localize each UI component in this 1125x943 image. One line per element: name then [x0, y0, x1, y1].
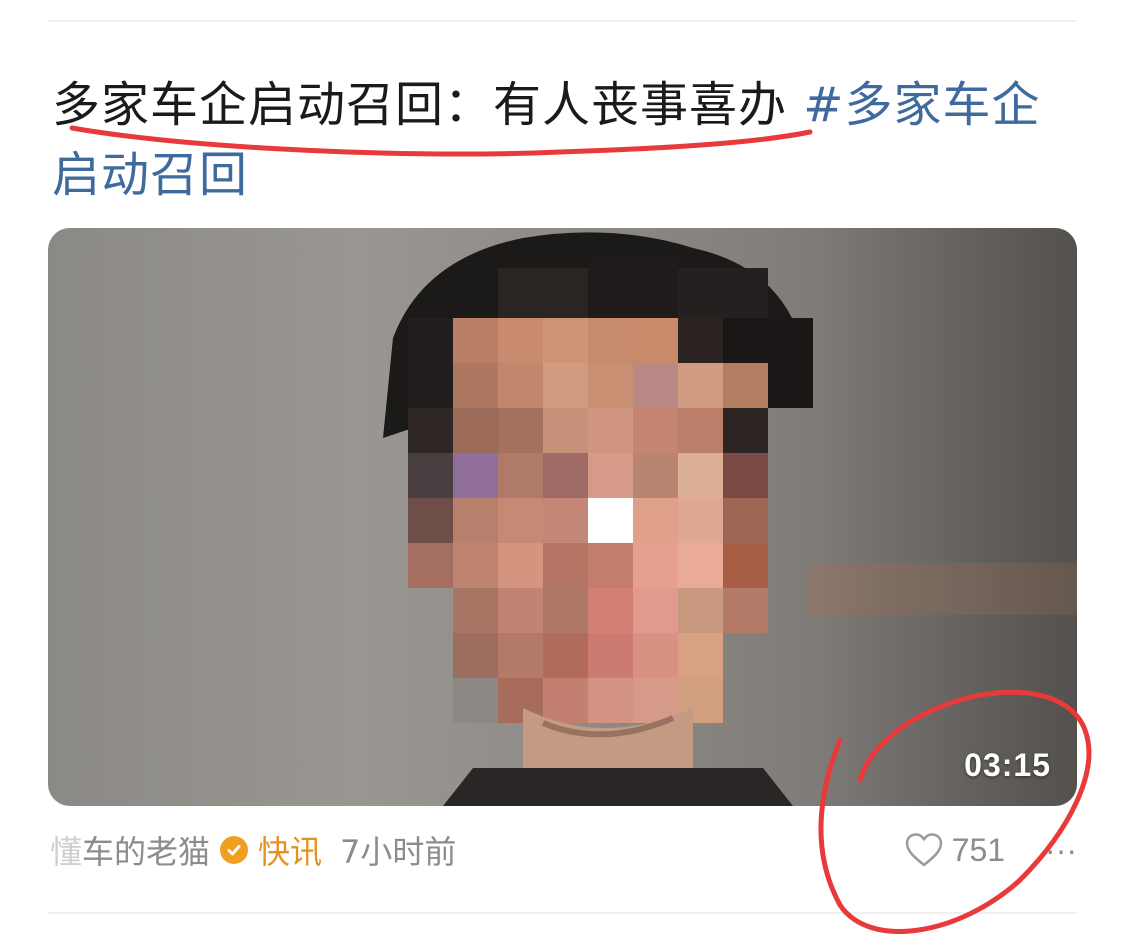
post-title: 多家车企启动召回：有人丧事喜办	[52, 77, 788, 133]
more-dots-icon: ···	[1045, 831, 1077, 868]
post-actions: 751 ···	[904, 826, 1077, 874]
like-count: 751	[951, 831, 1006, 868]
heart-icon	[905, 833, 942, 867]
like-button[interactable]: 751	[904, 832, 1005, 869]
post-headline[interactable]: 多家车企启动召回：有人丧事喜办 #多家车企启动召回	[52, 70, 1072, 210]
category-label[interactable]: 快讯	[258, 827, 322, 873]
video-vignette	[817, 228, 1077, 806]
verified-badge-icon	[220, 836, 249, 864]
author-name[interactable]: 懂车的老猫	[50, 827, 210, 873]
author-name-visible: 车的老猫	[82, 833, 211, 871]
video-duration: 03:15	[964, 747, 1051, 783]
post-meta: 懂车的老猫 快讯 7小时前	[50, 826, 456, 874]
author-name-faded: 懂	[50, 833, 83, 871]
more-button[interactable]: ···	[1045, 832, 1077, 869]
video-player[interactable]: 03:15	[48, 228, 1077, 806]
bottom-divider	[48, 912, 1077, 914]
post-time: 7小时前	[340, 833, 457, 871]
top-divider	[48, 20, 1077, 22]
pixelated-face-thumbnail	[383, 232, 813, 806]
